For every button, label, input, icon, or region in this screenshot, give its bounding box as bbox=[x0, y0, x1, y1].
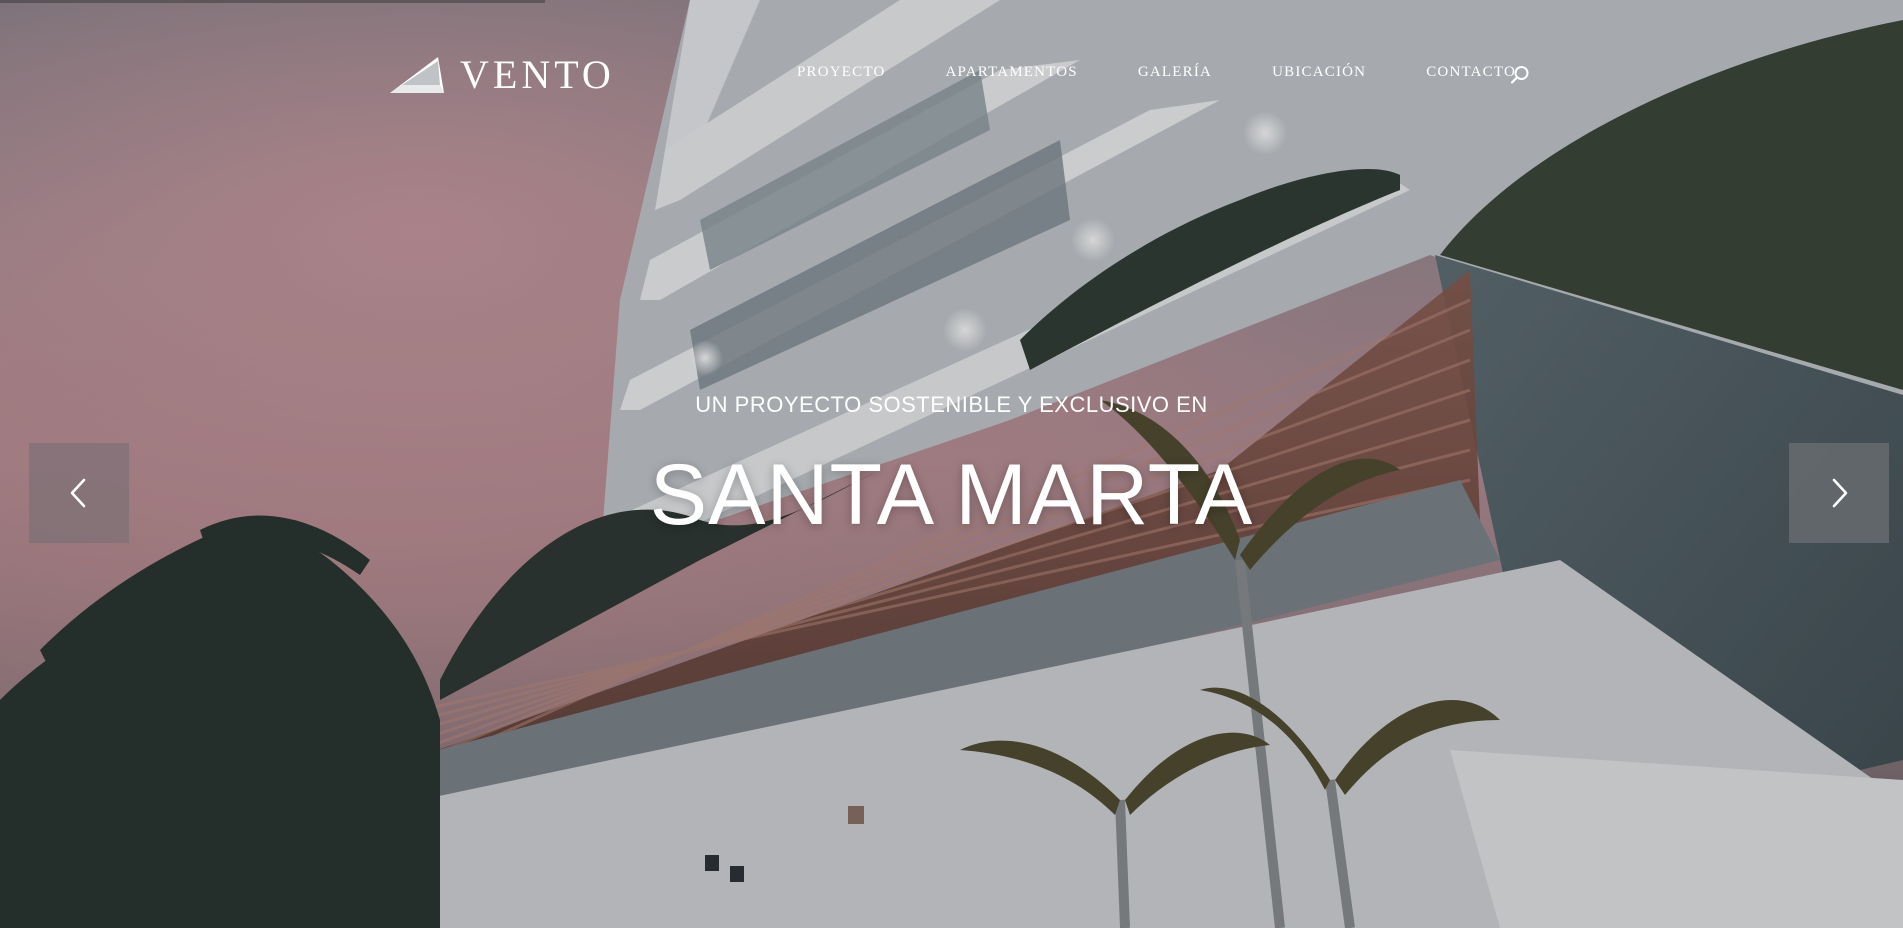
nav-item-contacto[interactable]: CONTACTO bbox=[1426, 64, 1516, 81]
main-nav: PROYECTO APARTAMENTOS GALERÍA UBICACIÓN … bbox=[797, 64, 1516, 81]
chevron-right-icon bbox=[1832, 478, 1848, 508]
brand-logo[interactable]: VENTO bbox=[388, 55, 615, 95]
site-header: VENTO PROYECTO APARTAMENTOS GALERÍA UBIC… bbox=[0, 0, 1903, 152]
slider-next-button[interactable] bbox=[1789, 443, 1889, 543]
slider-prev-button[interactable] bbox=[29, 443, 129, 543]
nav-item-apartamentos[interactable]: APARTAMENTOS bbox=[946, 64, 1078, 81]
hero-subtitle: UN PROYECTO SOSTENIBLE Y EXCLUSIVO EN bbox=[695, 392, 1208, 417]
nav-item-galeria[interactable]: GALERÍA bbox=[1138, 64, 1212, 81]
hero-title: SANTA MARTA bbox=[649, 447, 1254, 543]
nav-item-ubicacion[interactable]: UBICACIÓN bbox=[1272, 64, 1366, 81]
hero-slider: VENTO PROYECTO APARTAMENTOS GALERÍA UBIC… bbox=[0, 0, 1903, 928]
brand-name: VENTO bbox=[460, 52, 615, 97]
nav-item-proyecto[interactable]: PROYECTO bbox=[797, 64, 886, 81]
search-button[interactable] bbox=[1509, 64, 1531, 86]
search-icon bbox=[1510, 66, 1529, 84]
chevron-left-icon bbox=[70, 478, 86, 508]
mountain-triangle-icon bbox=[390, 57, 444, 93]
